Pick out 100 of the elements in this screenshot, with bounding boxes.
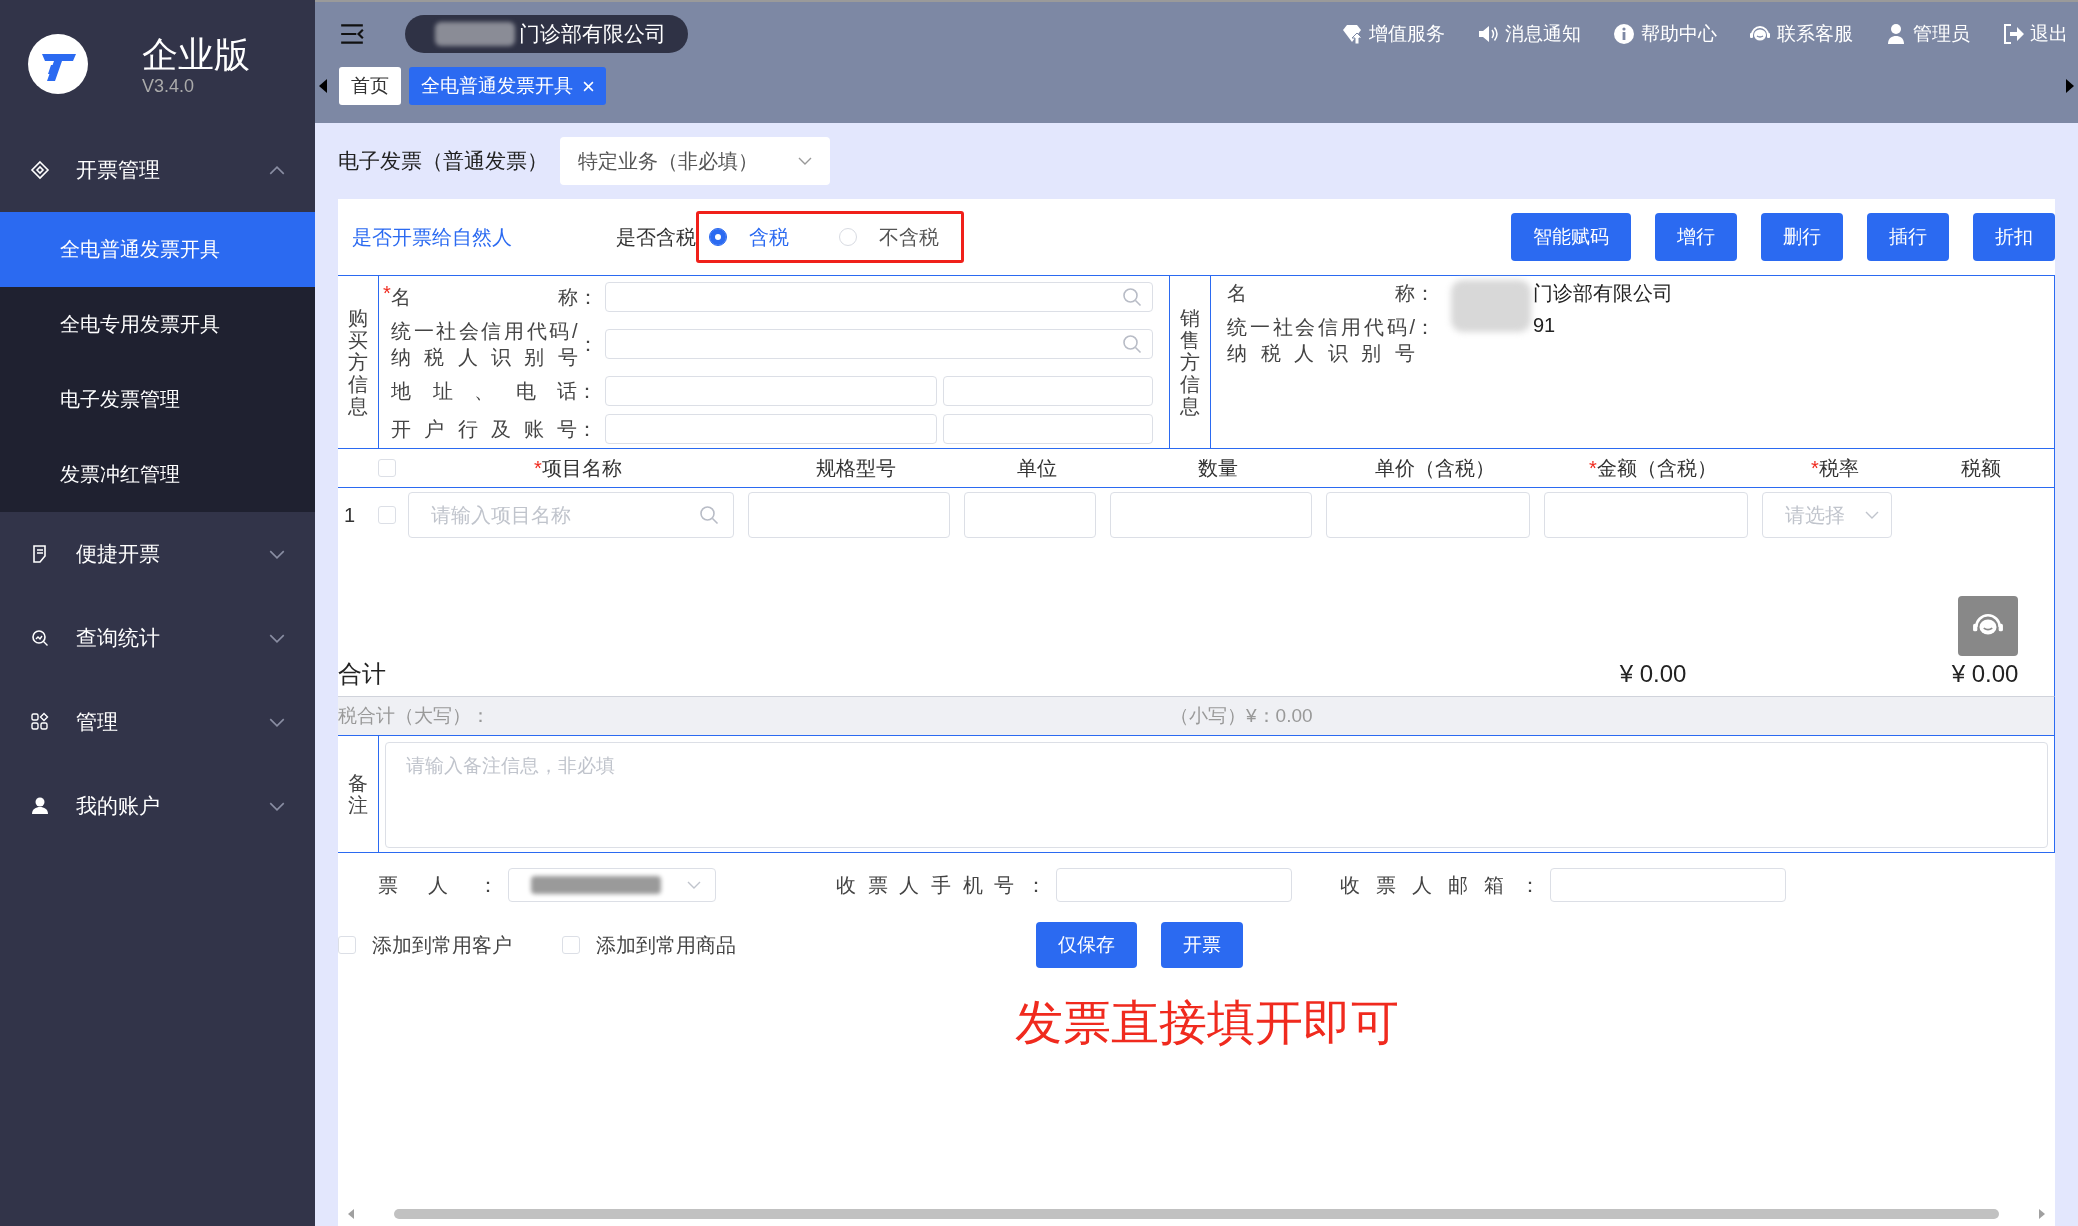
field-label: 地址、电话	[390, 379, 578, 404]
header-link[interactable]: 帮助中心	[1613, 21, 1717, 47]
action-button[interactable]: 开票	[1161, 922, 1243, 968]
header-link[interactable]: 联系客服	[1749, 21, 1853, 47]
checkbox[interactable]	[378, 506, 396, 524]
seller-title: 销售方信息	[1169, 276, 1211, 448]
sidebar-label: 我的账户	[76, 793, 161, 819]
column-header: 单位	[1016, 455, 1058, 481]
input-field[interactable]	[942, 376, 1153, 406]
column-header: 税额	[1960, 455, 2002, 481]
checkbox-option[interactable]: 添加到常用商品	[562, 931, 736, 959]
company-pill: 门诊部有限公司	[405, 15, 688, 53]
input-field[interactable]	[748, 492, 950, 538]
input-field[interactable]	[1544, 492, 1748, 538]
colon-label: ：	[1415, 281, 1436, 306]
colon-label: ：	[1415, 315, 1436, 340]
input-field[interactable]	[605, 414, 937, 444]
lower-total-label: （小写）¥：0.00	[1170, 704, 1313, 728]
submenu-item[interactable]: 全电专用发票开具	[0, 287, 315, 362]
input-field[interactable]	[964, 492, 1096, 538]
sidebar-item[interactable]: 我的账户	[0, 764, 315, 848]
menu-icon[interactable]	[339, 23, 365, 45]
colon-label: ：	[577, 416, 599, 442]
notes-title: 备注	[338, 736, 379, 852]
close-icon[interactable]	[583, 80, 594, 92]
input-field[interactable]	[1550, 868, 1786, 902]
search-icon	[699, 505, 719, 525]
field-value: 门诊部有限公司	[1533, 281, 1673, 306]
field-label: 统一社会信用代码/ 纳税人识别号	[390, 319, 578, 370]
chevron-icon	[1865, 511, 1879, 519]
logo-icon	[28, 34, 88, 94]
toolbar-button[interactable]: 插行	[1867, 213, 1949, 261]
toolbar-button[interactable]: 智能赋码	[1511, 213, 1631, 261]
sidebar-item[interactable]: 便捷开票	[0, 512, 315, 596]
buyer-title: 购买方信息	[338, 276, 379, 448]
sidebar-item[interactable]: 开票管理	[0, 128, 315, 212]
scroll-left-icon[interactable]	[348, 1209, 354, 1219]
gem-icon	[1341, 23, 1363, 45]
field-label: 票人：	[378, 872, 498, 898]
version-label: V3.4.0	[142, 76, 196, 97]
header-link[interactable]: 消息通知	[1477, 21, 1581, 47]
column-header: *金额（含税）	[1588, 455, 1718, 481]
sidebar-label: 开票管理	[76, 157, 161, 183]
action-button[interactable]: 仅保存	[1036, 922, 1137, 968]
colon-label: ：	[577, 332, 599, 357]
column-header: *项目名称	[533, 455, 623, 481]
speaker-icon	[1477, 23, 1499, 45]
scroll-left-icon[interactable]	[319, 79, 327, 93]
grid-icon	[30, 712, 50, 732]
checkbox[interactable]	[378, 459, 396, 477]
toolbar-button[interactable]: 增行	[1655, 213, 1737, 261]
natural-person-link[interactable]: 是否开票给自然人	[352, 223, 512, 251]
colon-label: ：	[577, 378, 599, 404]
radio-option[interactable]: 不含税	[839, 223, 939, 251]
support-button[interactable]	[1958, 596, 2018, 656]
sidebar-item[interactable]: 查询统计	[0, 596, 315, 680]
field-label: *名称	[383, 284, 578, 310]
ticket-icon	[30, 160, 50, 180]
input-field[interactable]	[1110, 492, 1312, 538]
input-field[interactable]	[1056, 868, 1292, 902]
scroll-right-icon[interactable]	[2039, 1209, 2045, 1219]
header-link[interactable]: 增值服务	[1341, 21, 1445, 47]
user-icon	[1885, 23, 1907, 45]
field-label: 收票人邮箱：	[1340, 872, 1540, 898]
scroll-right-icon[interactable]	[2066, 79, 2074, 93]
chevron-icon	[269, 549, 285, 559]
input-field[interactable]	[942, 414, 1153, 444]
annotation-text: 发票直接填开即可	[1013, 995, 1400, 1051]
field-label: 收票人手机号：	[836, 872, 1046, 898]
search-field[interactable]	[605, 282, 1153, 312]
submenu-item[interactable]: 全电普通发票开具	[0, 212, 315, 287]
header-link[interactable]: 退出	[2002, 21, 2068, 47]
radio-option[interactable]: 含税	[709, 223, 789, 251]
toolbar-button[interactable]: 折扣	[1973, 213, 2055, 261]
total-amount: ¥ 0.00	[1618, 660, 1688, 688]
page-tab[interactable]: 首页	[339, 67, 401, 105]
header-link[interactable]: 管理员	[1885, 21, 1970, 47]
logout-icon	[2002, 23, 2024, 45]
submenu-item[interactable]: 电子发票管理	[0, 362, 315, 437]
submenu-item[interactable]: 发票冲红管理	[0, 437, 315, 512]
field-label: 统一社会信用代码/ 纳税人识别号	[1226, 315, 1415, 366]
input-field[interactable]	[605, 376, 937, 406]
drawer-select[interactable]	[508, 868, 716, 902]
column-header: 数量	[1197, 455, 1239, 481]
column-header: *税率	[1810, 455, 1860, 481]
field-label: 开户行及账号	[390, 417, 578, 442]
input-field[interactable]	[1326, 492, 1530, 538]
scrollbar-thumb[interactable]	[394, 1209, 1999, 1219]
search-icon	[1122, 334, 1142, 354]
sidebar-item[interactable]: 管理	[0, 680, 315, 764]
column-header: 单价（含税）	[1374, 455, 1496, 481]
search-icon	[30, 628, 50, 648]
special-business-select[interactable]: 特定业务（非必填）	[560, 137, 830, 185]
tax-included-label: 是否含税	[616, 224, 696, 250]
toolbar-button[interactable]: 删行	[1761, 213, 1843, 261]
total-label: 合计	[338, 659, 387, 689]
search-field[interactable]	[605, 329, 1153, 359]
checkbox-option[interactable]: 添加到常用客户	[338, 931, 512, 959]
user-icon	[30, 796, 50, 816]
page-tab[interactable]: 全电普通发票开具	[409, 67, 606, 105]
